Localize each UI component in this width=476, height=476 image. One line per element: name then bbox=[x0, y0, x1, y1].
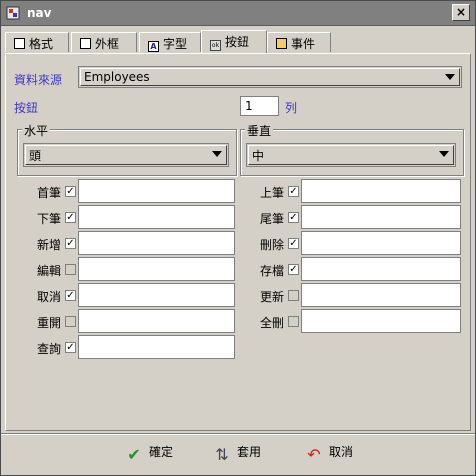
checkmark-icon: ✔ bbox=[127, 445, 141, 464]
row-label: 查詢 bbox=[36, 342, 61, 356]
title-bar[interactable]: nav × bbox=[1, 1, 475, 26]
ok-label: 確定 bbox=[149, 445, 174, 459]
tab-format[interactable]: 格式 bbox=[5, 32, 69, 52]
horizontal-align-select[interactable]: 頭 bbox=[23, 143, 229, 167]
tab-label: 字型 bbox=[163, 37, 188, 51]
vertical-group-title: 垂直 bbox=[245, 122, 274, 139]
vertical-align-select[interactable]: 中 bbox=[246, 143, 456, 167]
apply-label: 套用 bbox=[237, 445, 262, 459]
query-checkbox[interactable]: ✓ bbox=[65, 342, 76, 353]
vertical-align-value: 中 bbox=[252, 149, 265, 163]
apply-icon: ⇅ bbox=[215, 445, 229, 464]
row-label: 存檔 bbox=[259, 264, 284, 278]
save-text-field[interactable] bbox=[301, 257, 461, 281]
vertical-group: 垂直 中 bbox=[240, 122, 464, 176]
border-icon bbox=[80, 38, 91, 49]
query-text-field[interactable] bbox=[78, 335, 235, 359]
row-label: 重開 bbox=[36, 316, 61, 330]
tab-label: 外框 bbox=[95, 37, 120, 51]
edit-text-field[interactable] bbox=[78, 257, 235, 281]
cancel-text-field[interactable] bbox=[78, 283, 235, 307]
footer-divider bbox=[1, 433, 475, 435]
cancel-label: 取消 bbox=[329, 445, 354, 459]
tab-label: 事件 bbox=[291, 37, 316, 51]
button-icon: ok bbox=[210, 40, 221, 51]
row-label: 更新 bbox=[259, 290, 284, 304]
tab-border[interactable]: 外框 bbox=[71, 32, 137, 52]
prev-checkbox[interactable]: ✓ bbox=[288, 186, 299, 197]
first-checkbox[interactable]: ✓ bbox=[65, 186, 76, 197]
app-icon bbox=[6, 6, 20, 20]
row-label: 新增 bbox=[36, 238, 61, 252]
last-text-field[interactable] bbox=[301, 205, 461, 229]
prev-text-field[interactable] bbox=[301, 179, 461, 203]
reopen-text-field[interactable] bbox=[78, 309, 235, 333]
event-icon bbox=[276, 38, 287, 49]
row-label: 下筆 bbox=[36, 212, 61, 226]
data-source-label: 資料來源 bbox=[14, 73, 63, 87]
tab-event[interactable]: 事件 bbox=[267, 32, 331, 52]
apply-button[interactable]: ⇅ 套用 bbox=[213, 443, 261, 463]
chevron-down-icon bbox=[212, 151, 222, 157]
delete-text-field[interactable] bbox=[301, 231, 461, 255]
next-text-field[interactable] bbox=[78, 205, 235, 229]
close-button[interactable]: × bbox=[452, 4, 470, 21]
tab-button[interactable]: ok 按鈕 bbox=[201, 30, 267, 53]
row-label: 全刪 bbox=[259, 316, 284, 330]
delete-all-checkbox[interactable] bbox=[288, 316, 299, 327]
row-label: 上筆 bbox=[259, 186, 284, 200]
horizontal-align-value: 頭 bbox=[29, 149, 42, 163]
delete-all-text-field[interactable] bbox=[301, 309, 461, 333]
row-label: 首筆 bbox=[36, 186, 61, 200]
row-label: 編輯 bbox=[36, 264, 61, 278]
column-label: 列 bbox=[285, 101, 298, 115]
horizontal-group: 水平 頭 bbox=[17, 122, 237, 176]
tab-label: 格式 bbox=[29, 37, 54, 51]
refresh-text-field[interactable] bbox=[301, 283, 461, 307]
edit-checkbox[interactable] bbox=[65, 264, 76, 275]
next-checkbox[interactable]: ✓ bbox=[65, 212, 76, 223]
dialog-window: nav × 格式 外框 A 字型 ok 按鈕 事件 資料來源 Employees 按… bbox=[0, 0, 476, 476]
tab-panel: 資料來源 Employees 按鈕 1 列 水平 頭 垂直 中 首筆 ✓ 下筆 … bbox=[5, 53, 471, 431]
font-icon: A bbox=[148, 41, 159, 52]
data-source-value: Employees bbox=[84, 70, 150, 84]
first-text-field[interactable] bbox=[78, 179, 235, 203]
undo-icon: ↶ bbox=[307, 445, 321, 464]
tab-label: 按鈕 bbox=[225, 35, 250, 49]
button-count-label: 按鈕 bbox=[14, 101, 39, 115]
reopen-checkbox[interactable] bbox=[65, 316, 76, 327]
save-checkbox[interactable]: ✓ bbox=[288, 264, 299, 275]
window-title: nav bbox=[27, 6, 52, 20]
chevron-down-icon bbox=[445, 74, 455, 80]
button-count-input[interactable]: 1 bbox=[240, 96, 279, 116]
ok-button[interactable]: ✔ 確定 bbox=[125, 443, 173, 463]
row-label: 取消 bbox=[36, 290, 61, 304]
tab-font[interactable]: A 字型 bbox=[139, 32, 201, 52]
add-checkbox[interactable]: ✓ bbox=[65, 238, 76, 249]
last-checkbox[interactable]: ✓ bbox=[288, 212, 299, 223]
horizontal-group-title: 水平 bbox=[22, 122, 51, 139]
refresh-checkbox[interactable] bbox=[288, 290, 299, 301]
cancel-checkbox[interactable]: ✓ bbox=[65, 290, 76, 301]
chevron-down-icon bbox=[439, 151, 449, 157]
row-label: 刪除 bbox=[259, 238, 284, 252]
add-text-field[interactable] bbox=[78, 231, 235, 255]
row-label: 尾筆 bbox=[259, 212, 284, 226]
cancel-button[interactable]: ↶ 取消 bbox=[305, 443, 353, 463]
delete-checkbox[interactable]: ✓ bbox=[288, 238, 299, 249]
format-icon bbox=[14, 38, 25, 49]
data-source-select[interactable]: Employees bbox=[78, 66, 462, 88]
